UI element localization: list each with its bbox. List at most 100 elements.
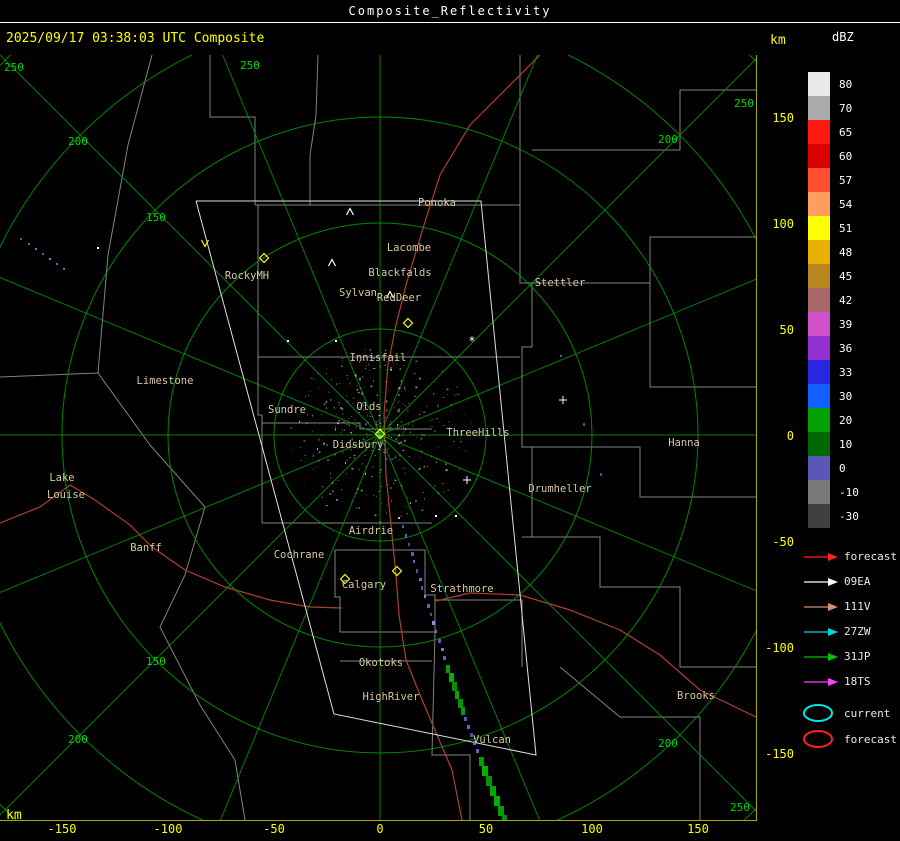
dbz-color-scale: 80 70 65 60 57 54 51 48 45 42 39 36 33 30 20 10 0 -10 -30 <box>802 72 900 528</box>
clutter-speckle <box>364 455 366 456</box>
plus-marker <box>463 476 471 484</box>
radar-echo <box>416 569 418 573</box>
legend-value-label: 30 <box>839 389 853 403</box>
city-label: Strathmore <box>430 583 493 595</box>
city-label: Lacombe <box>387 242 431 254</box>
right-axis-label: -150 <box>765 747 794 761</box>
clutter-speckle <box>374 514 377 517</box>
clutter-speckle <box>339 403 341 406</box>
radar-map-canvas[interactable]: * Ponoka Lacombe Blackfalds RedDeerSylvan Roc… <box>0 55 756 820</box>
county-boundary <box>0 372 99 378</box>
clutter-speckle <box>413 420 414 422</box>
clutter-speckle <box>401 486 403 488</box>
clutter-speckle <box>332 481 334 484</box>
legend-entry: 30 <box>802 384 900 408</box>
radar-echo <box>56 263 58 265</box>
legend-entry: 0 <box>802 456 900 480</box>
range-ring-label: 200 <box>68 135 88 148</box>
radar-echo <box>449 673 454 682</box>
clutter-speckle <box>434 381 436 383</box>
clutter-speckle <box>382 391 384 393</box>
clutter-speckle <box>400 485 402 486</box>
vector-legend-entry: forecast <box>802 544 900 569</box>
city-label: RedDeer <box>377 292 421 304</box>
clutter-speckle <box>415 360 418 362</box>
legend-value-label: 39 <box>839 317 853 331</box>
clutter-speckle <box>369 348 371 351</box>
clutter-speckle <box>385 416 387 418</box>
clutter-speckle <box>327 459 330 461</box>
city-label: Didsbury <box>333 439 384 451</box>
radar-echo <box>443 656 446 660</box>
arrow-icon <box>804 677 838 686</box>
clutter-speckle <box>336 498 339 501</box>
clutter-speckle <box>318 387 320 389</box>
legend-color-swatch <box>808 408 830 432</box>
clutter-speckle <box>391 499 393 502</box>
right-axis-label: -50 <box>772 535 794 549</box>
clutter-speckle <box>350 432 352 435</box>
clutter-speckle <box>386 409 388 412</box>
clutter-speckle <box>346 375 348 377</box>
range-ring-label: 150 <box>146 655 166 668</box>
clutter-speckle <box>389 427 392 429</box>
clutter-speckle <box>450 403 452 406</box>
clutter-speckle <box>385 440 387 441</box>
clutter-speckle <box>453 441 455 443</box>
clutter-speckle <box>430 426 433 428</box>
clutter-speckle <box>447 489 449 491</box>
vector-legend-label: 111V <box>844 600 871 613</box>
city-label: Vulcan <box>473 734 511 746</box>
county-boundary <box>97 55 246 820</box>
clutter-speckle <box>390 420 392 423</box>
radar-echo <box>35 248 37 250</box>
legend-color-swatch <box>808 72 830 96</box>
city-label: Cochrane <box>274 549 325 561</box>
county-boundary <box>431 631 471 820</box>
clutter-speckle <box>342 413 344 416</box>
clutter-speckle <box>407 506 409 509</box>
legend-value-label: 57 <box>839 173 853 187</box>
clutter-speckle <box>368 369 371 371</box>
radar-echo <box>402 525 404 528</box>
clutter-speckle <box>410 502 411 505</box>
azimuth-radial <box>379 58 756 436</box>
clutter-speckle <box>446 388 449 391</box>
clutter-speckle <box>406 513 408 515</box>
clutter-speckle <box>356 388 358 391</box>
clutter-speckle <box>443 397 445 398</box>
clutter-speckle <box>424 465 426 468</box>
diamond-marker <box>402 317 414 329</box>
city-label: ThreeHills <box>446 427 509 439</box>
legend-color-swatch <box>808 120 830 144</box>
clutter-speckle <box>398 459 400 461</box>
clutter-speckle <box>380 432 382 434</box>
clutter-speckle <box>335 428 336 431</box>
clutter-speckle <box>326 368 327 370</box>
clutter-speckle <box>372 466 374 468</box>
clutter-speckle <box>360 489 363 492</box>
km-unit-bottom: km <box>6 808 22 823</box>
vector-legend-entry: 09EA <box>802 569 900 594</box>
dot-marker <box>335 340 337 342</box>
clutter-speckle <box>356 507 358 509</box>
plus-marker <box>559 396 567 404</box>
clutter-speckle <box>359 378 361 381</box>
legend-color-swatch <box>808 96 830 120</box>
clutter-speckle <box>386 504 388 506</box>
clutter-speckle <box>353 397 355 399</box>
clutter-speckle <box>388 436 391 438</box>
ellipse-legend-entry: current <box>802 700 900 726</box>
county-boundary <box>257 205 263 523</box>
clutter-speckle <box>445 463 447 466</box>
clutter-speckle <box>369 434 371 436</box>
clutter-speckle <box>310 377 313 379</box>
radar-map-area[interactable]: * Ponoka Lacombe Blackfalds RedDeer Sylvan Roc… <box>0 55 757 821</box>
clutter-speckle <box>366 421 369 423</box>
clutter-speckle <box>379 422 382 424</box>
clutter-speckle <box>434 485 436 487</box>
clutter-speckle <box>404 388 406 391</box>
legend-value-label: 54 <box>839 197 853 211</box>
clutter-speckle <box>364 386 365 388</box>
city-label: Brooks <box>677 690 715 702</box>
